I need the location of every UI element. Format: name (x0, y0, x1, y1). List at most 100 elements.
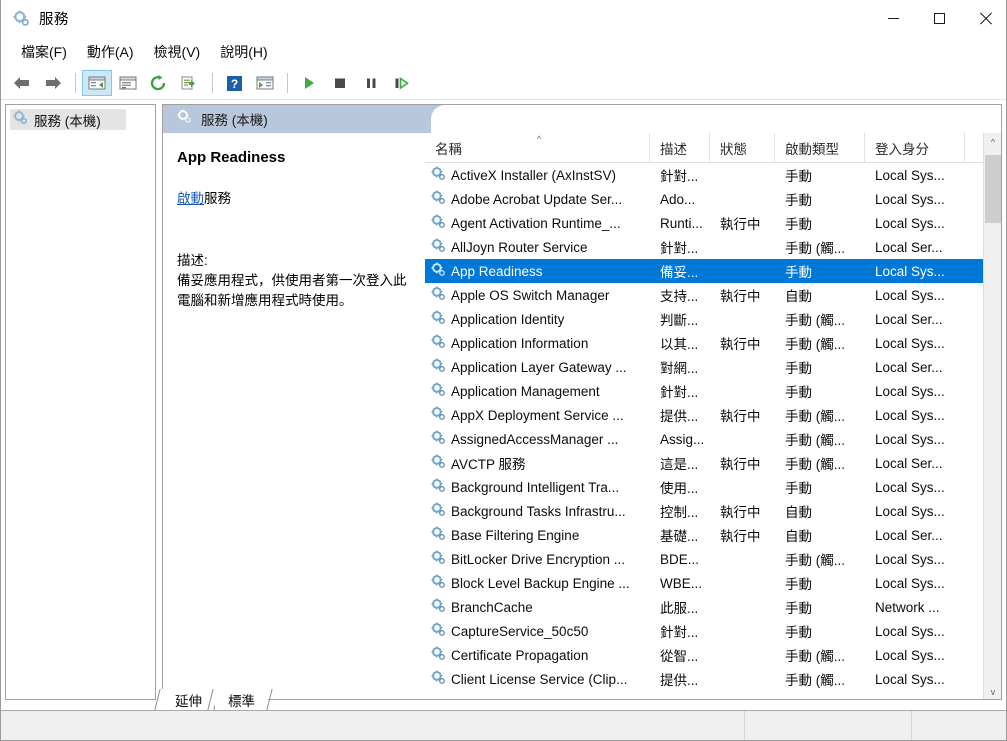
stop-service-icon[interactable] (325, 70, 355, 96)
status-segment-3 (912, 711, 1006, 740)
scroll-down-arrow-icon[interactable]: v (984, 683, 1001, 699)
cell-name: AppX Deployment Service ... (425, 406, 650, 424)
table-row[interactable]: BranchCache 此服... 手動 Network ... (425, 595, 1001, 619)
table-row[interactable]: Client License Service (Clip... 提供... 手動 (… (425, 667, 1001, 691)
service-name-label: Base Filtering Engine (451, 527, 580, 543)
start-service-suffix: 服務 (204, 191, 231, 206)
cell-startup-type: 手動 (785, 385, 812, 400)
close-button[interactable] (962, 0, 1006, 37)
pause-service-icon[interactable] (356, 70, 386, 96)
menu-action[interactable]: 動作(A) (77, 39, 144, 66)
service-name-label: AppX Deployment Service ... (451, 407, 624, 423)
table-row[interactable]: Background Intelligent Tra... 使用... 手動 Loca… (425, 475, 1001, 499)
scrollbar-thumb[interactable] (985, 155, 1001, 223)
page-title: App Readiness (177, 149, 286, 166)
table-row[interactable]: App Readiness 備妥... 手動 Local Sys... (425, 259, 1001, 283)
cell-startup-type: 自動 (785, 289, 812, 304)
scroll-up-arrow-icon[interactable]: ^ (984, 133, 1001, 151)
table-row[interactable]: Background Tasks Infrastru... 控制... 執行中 自動 L… (425, 499, 1001, 523)
start-service-icon[interactable] (294, 70, 324, 96)
minimize-button[interactable] (870, 0, 916, 37)
column-status[interactable]: 狀態 (710, 133, 775, 163)
table-row[interactable]: AVCTP 服務 這是... 執行中 手動 (觸... Local Ser... (425, 451, 1001, 475)
status-segment-main (1, 711, 745, 740)
menu-help[interactable]: 說明(H) (210, 39, 277, 66)
properties-icon[interactable] (113, 70, 143, 96)
cell-description: 從智... (660, 649, 699, 664)
column-description[interactable]: 描述 (650, 133, 710, 163)
cell-description: 以其... (660, 337, 699, 352)
table-row[interactable]: ActiveX Installer (AxInstSV) 針對... 手動 Local… (425, 163, 1001, 187)
services-window: 服務 檔案(F) 動作(A) 檢視(V) 說明(H) ? 服務 (本機) 服務 … (0, 0, 1007, 741)
cell-description: 支持... (660, 289, 699, 304)
menu-file[interactable]: 檔案(F) (11, 39, 77, 66)
refresh-icon[interactable] (144, 70, 174, 96)
help-icon[interactable]: ? (219, 70, 249, 96)
service-gear-icon (431, 646, 446, 664)
console-tree-pane: 服務 (本機) (5, 104, 156, 700)
cell-log-on-as: Local Sys... (875, 575, 945, 591)
cell-description: 判斷... (660, 313, 699, 328)
table-row[interactable]: AllJoyn Router Service 針對... 手動 (觸... Local… (425, 235, 1001, 259)
menu-view[interactable]: 檢視(V) (144, 39, 211, 66)
table-row[interactable]: CaptureService_50c50 針對... 手動 Local Sys... (425, 619, 1001, 643)
table-row[interactable]: Apple OS Switch Manager 支持... 執行中 自動 Local S… (425, 283, 1001, 307)
start-service-link[interactable]: 啟動 (177, 191, 204, 206)
show-hide-console-tree-icon[interactable] (82, 70, 112, 96)
cell-log-on-as: Local Ser... (875, 239, 943, 255)
sidebar-item-services-local[interactable]: 服務 (本機) (10, 109, 126, 130)
vertical-scrollbar[interactable]: ^ v (983, 133, 1001, 699)
service-name-label: BitLocker Drive Encryption ... (451, 551, 626, 567)
cell-name: Background Tasks Infrastru... (425, 502, 650, 520)
column-log-on-as[interactable]: 登入身分 (865, 133, 965, 163)
table-row[interactable]: Application Identity 判斷... 手動 (觸... Local S… (425, 307, 1001, 331)
export-list-icon[interactable] (175, 70, 205, 96)
cell-startup-type: 手動 (785, 601, 812, 616)
cell-log-on-as: Network ... (875, 599, 940, 615)
maximize-button[interactable] (916, 0, 962, 37)
table-row[interactable]: Certificate Propagation 從智... 手動 (觸... Loca… (425, 643, 1001, 667)
table-row[interactable]: Adobe Acrobat Update Ser... Ado... 手動 Local… (425, 187, 1001, 211)
table-row[interactable]: Application Management 針對... 手動 Local Sys..… (425, 379, 1001, 403)
table-row[interactable]: AssignedAccessManager ... Assig... 手動 (觸..… (425, 427, 1001, 451)
table-row[interactable]: BitLocker Drive Encryption ... BDE... 手動 (… (425, 547, 1001, 571)
table-row[interactable]: Application Information 以其... 執行中 手動 (觸... L… (425, 331, 1001, 355)
status-bar (1, 710, 1006, 740)
cell-name: Block Level Backup Engine ... (425, 574, 650, 592)
column-name[interactable]: 名稱 ^ (425, 133, 650, 163)
toolbar-separator (75, 73, 76, 93)
forward-icon[interactable] (38, 70, 68, 96)
service-name-label: AssignedAccessManager ... (451, 431, 619, 447)
back-icon[interactable] (7, 70, 37, 96)
cell-description: BDE... (660, 551, 700, 567)
column-header-label: 名稱 (435, 141, 462, 157)
header-rounded-corner (431, 105, 1001, 133)
service-gear-icon (431, 598, 446, 616)
column-header-label: 登入身分 (875, 141, 929, 157)
column-startup-type[interactable]: 啟動類型 (775, 133, 865, 163)
cell-description: 針對... (660, 385, 699, 400)
table-row[interactable]: AppX Deployment Service ... 提供... 執行中 手動 (觸… (425, 403, 1001, 427)
cell-description: Runti... (660, 215, 703, 231)
service-gear-icon (431, 190, 446, 208)
table-row[interactable]: Application Layer Gateway ... 對網... 手動 Loca… (425, 355, 1001, 379)
restart-service-icon[interactable] (387, 70, 417, 96)
cell-log-on-as: Local Sys... (875, 503, 945, 519)
services-pane: 服務 (本機) App Readiness 啟動服務 描述: 備妥應用程式，供使… (162, 104, 1002, 700)
cell-status: 執行中 (720, 457, 761, 472)
tab-standard[interactable]: 標準 (215, 689, 268, 710)
table-row[interactable]: Base Filtering Engine 基礎... 執行中 自動 Local Ser… (425, 523, 1001, 547)
details-header: 服務 (本機) (163, 105, 1001, 133)
cell-status: 執行中 (720, 337, 761, 352)
service-gear-icon (431, 310, 446, 328)
cell-name: Application Information (425, 334, 650, 352)
table-row[interactable]: Block Level Backup Engine ... WBE... 手動 Loc… (425, 571, 1001, 595)
title-bar: 服務 (1, 0, 1006, 37)
cell-log-on-as: Local Ser... (875, 311, 943, 327)
table-row[interactable]: Agent Activation Runtime_... Runti... 執行中 手… (425, 211, 1001, 235)
show-action-pane-icon[interactable] (250, 70, 280, 96)
details-header-label: 服務 (本機) (201, 113, 268, 128)
cell-description: 提供... (660, 673, 699, 688)
cell-status: 執行中 (720, 529, 761, 544)
window-title: 服務 (39, 12, 69, 28)
